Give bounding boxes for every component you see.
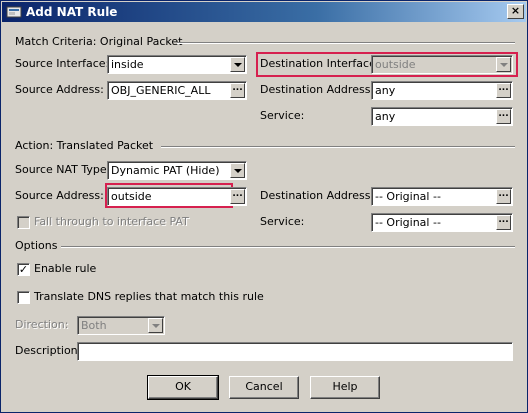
window-title: Add NAT Rule <box>26 5 118 19</box>
translated-destination-address-label: Destination Address: <box>260 189 375 202</box>
source-nat-type-label: Source NAT Type: <box>15 163 111 176</box>
translated-source-address-value: outside <box>111 190 152 203</box>
source-interface-label: Source Interface: <box>15 57 110 70</box>
translated-service-input[interactable]: -- Original -- ... <box>371 213 513 232</box>
source-address-label: Source Address: <box>15 83 104 96</box>
service-input[interactable]: any ... <box>371 107 513 126</box>
match-criteria-divider <box>177 42 515 44</box>
cancel-button[interactable]: Cancel <box>229 376 299 399</box>
chevron-down-icon[interactable] <box>148 318 163 333</box>
direction-label: Direction: <box>15 318 69 331</box>
translated-source-address-label: Source Address: <box>15 189 104 202</box>
browse-button[interactable]: ... <box>496 215 511 230</box>
description-input[interactable] <box>77 342 513 361</box>
fall-through-label: Fall through to interface PAT <box>34 215 189 228</box>
chevron-down-icon[interactable] <box>230 57 245 72</box>
enable-rule-checkbox[interactable]: ✓ <box>17 263 30 276</box>
fall-through-checkbox[interactable] <box>17 216 30 229</box>
source-nat-type-value: Dynamic PAT (Hide) <box>111 164 220 177</box>
browse-button[interactable]: ... <box>496 83 511 98</box>
close-button[interactable]: × <box>507 4 524 19</box>
title-bar[interactable]: Add NAT Rule × <box>2 2 526 22</box>
destination-interface-label: Destination Interface: <box>260 57 380 70</box>
destination-address-value: any <box>375 84 396 97</box>
match-criteria-heading: Match Criteria: Original Packet <box>15 35 183 48</box>
checkmark-icon: ✓ <box>18 263 29 276</box>
browse-button[interactable]: ... <box>496 189 511 204</box>
service-value: any <box>375 110 396 123</box>
action-heading: Action: Translated Packet <box>15 139 154 152</box>
translate-dns-label: Translate DNS replies that match this ru… <box>34 290 264 303</box>
translate-dns-checkbox[interactable] <box>17 291 30 304</box>
direction-value: Both <box>81 319 107 332</box>
translated-destination-address-input[interactable]: -- Original -- ... <box>371 187 513 206</box>
browse-button[interactable]: ... <box>496 109 511 124</box>
description-label: Description: <box>15 344 82 357</box>
destination-interface-value: outside <box>375 58 416 71</box>
translated-source-address-input[interactable]: outside ... <box>107 187 247 206</box>
options-heading: Options <box>15 239 58 252</box>
source-address-input[interactable]: OBJ_GENERIC_ALL ... <box>107 81 247 100</box>
service-label: Service: <box>260 109 305 122</box>
destination-address-label: Destination Address: <box>260 83 375 96</box>
chevron-down-icon[interactable] <box>230 163 245 178</box>
close-icon: × <box>510 4 521 17</box>
source-interface-select[interactable]: inside <box>107 55 247 74</box>
action-divider <box>161 146 515 148</box>
browse-button[interactable]: ... <box>230 189 245 204</box>
source-nat-type-select[interactable]: Dynamic PAT (Hide) <box>107 161 247 180</box>
translated-service-label: Service: <box>260 215 305 228</box>
browse-button[interactable]: ... <box>230 83 245 98</box>
chevron-down-icon[interactable] <box>496 57 511 72</box>
options-divider <box>61 246 515 248</box>
direction-select[interactable]: Both <box>77 316 165 335</box>
destination-interface-select[interactable]: outside <box>371 55 513 74</box>
help-button[interactable]: Help <box>310 376 380 399</box>
source-interface-value: inside <box>111 58 144 71</box>
destination-address-input[interactable]: any ... <box>371 81 513 100</box>
app-icon <box>6 6 22 18</box>
ok-button[interactable]: OK <box>147 375 219 400</box>
enable-rule-label: Enable rule <box>34 262 97 275</box>
translated-service-value: -- Original -- <box>375 216 441 229</box>
translated-destination-address-value: -- Original -- <box>375 190 441 203</box>
source-address-value: OBJ_GENERIC_ALL <box>111 84 211 97</box>
add-nat-rule-dialog: Add NAT Rule × Match Criteria: Original … <box>0 0 528 413</box>
